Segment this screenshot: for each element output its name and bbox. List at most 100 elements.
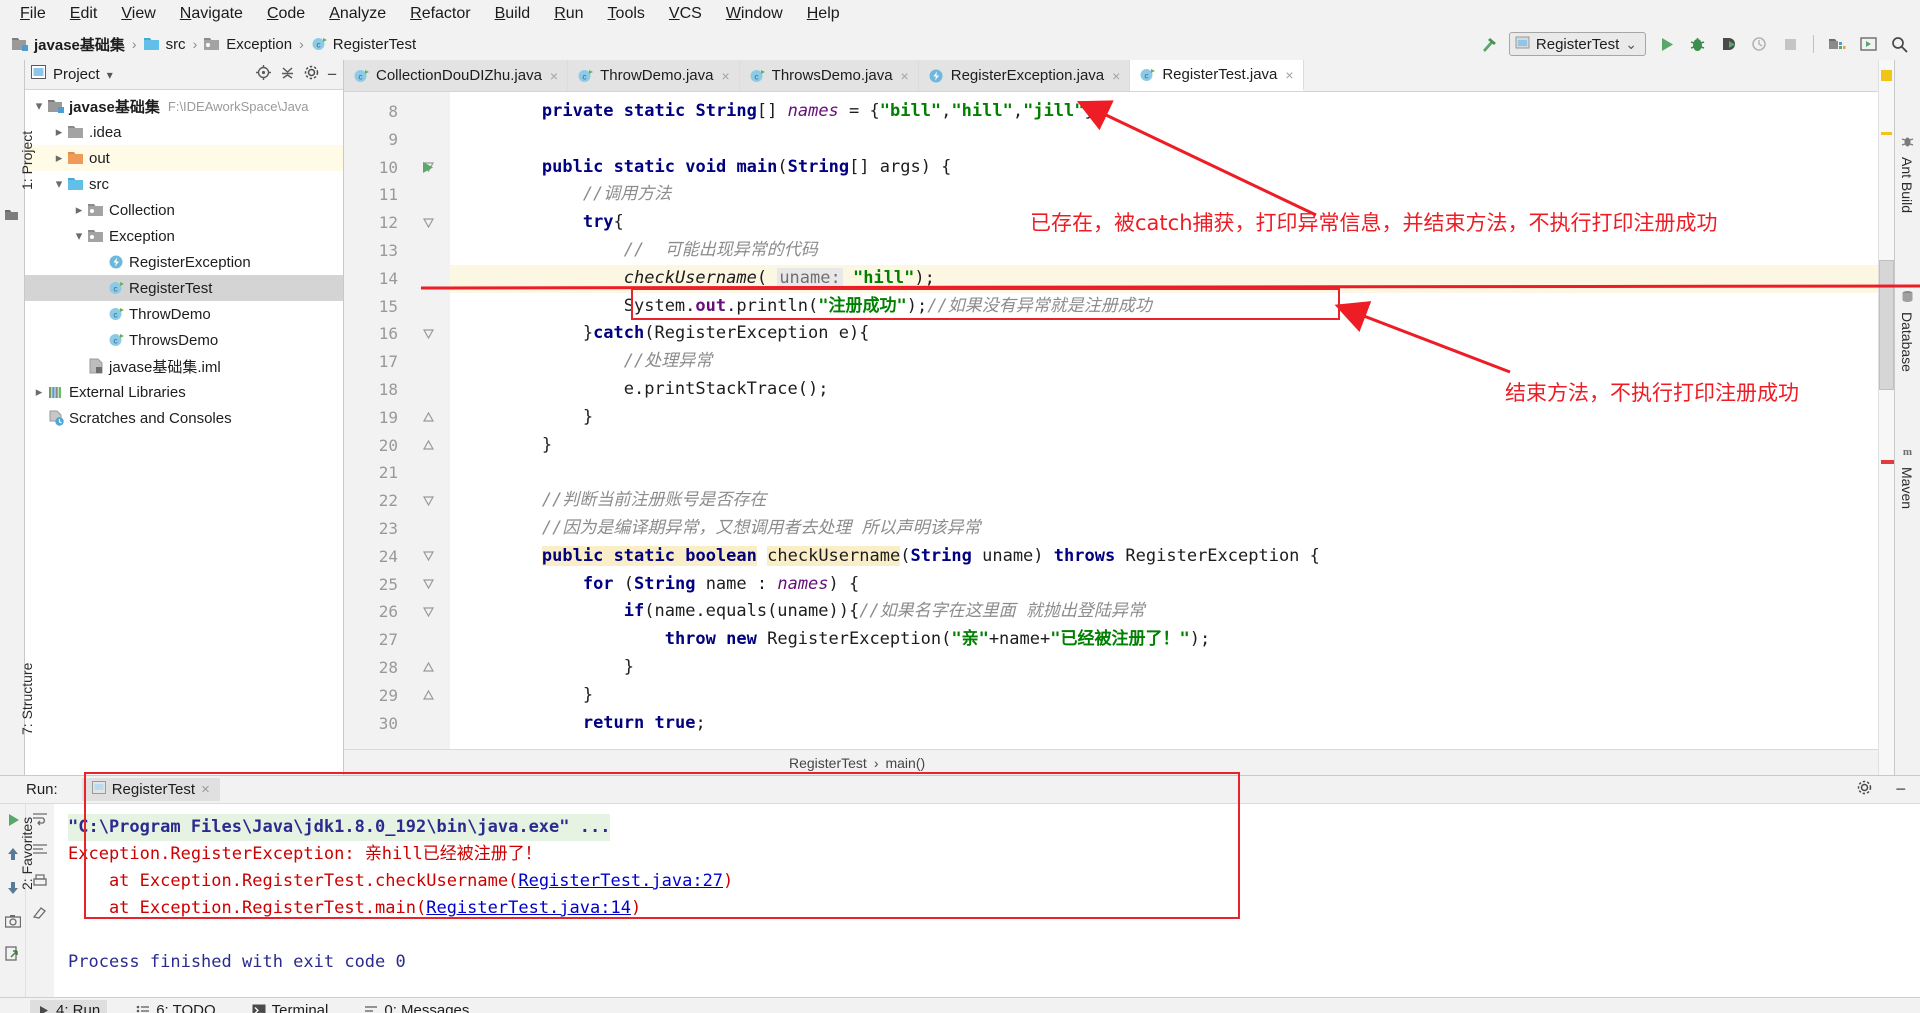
close-icon[interactable]: × [901,68,909,84]
close-icon[interactable]: × [1285,67,1293,83]
sidebar-item-database[interactable]: Database [1899,312,1915,372]
fold-marker[interactable] [406,487,450,515]
tree-node-External Libraries[interactable]: ▸ External Libraries [25,379,343,405]
editor-marker-bar[interactable] [1878,60,1894,775]
search-everywhere-icon[interactable] [1888,33,1910,55]
tool-window-button-terminal[interactable]: Terminal [245,1000,336,1013]
tree-node-ThrowDemo[interactable]: c ThrowDemo [25,301,343,327]
tool-window-button-run[interactable]: 4: Run [30,1000,108,1013]
menu-item-build[interactable]: Build [483,2,543,26]
code-text[interactable]: private static String[] names = {"bill",… [450,92,1878,749]
menu-item-window[interactable]: Window [714,2,795,26]
run-tab[interactable]: RegisterTest × [81,778,220,801]
menu-item-refactor[interactable]: Refactor [398,2,482,26]
close-icon[interactable]: × [721,68,729,84]
chevron-down-icon[interactable]: ▾ [51,176,67,192]
run-configuration-selector[interactable]: RegisterTest ⌄ [1508,32,1646,56]
code-line[interactable]: //处理异常 [450,348,1878,376]
fold-marker[interactable] [406,404,450,432]
code-line[interactable]: if(name.equals(uname)){//如果名字在这里面 就抛出登陆异… [450,598,1878,626]
code-line[interactable]: }catch(RegisterException e){ [450,320,1878,348]
clear-all-icon[interactable] [32,905,48,924]
sidebar-item-project[interactable]: 1: Project [19,131,35,190]
code-line[interactable] [450,126,1878,154]
console-output[interactable]: "C:\Program Files\Java\jdk1.8.0_192\bin\… [54,804,1920,997]
code-line[interactable]: public static void main(String[] args) { [450,154,1878,182]
run-gutter-icon[interactable] [414,154,440,182]
fold-marker[interactable] [406,320,450,348]
console-line[interactable]: at Exception.RegisterTest.main(RegisterT… [68,895,1920,922]
menu-item-navigate[interactable]: Navigate [168,2,255,26]
menu-item-tools[interactable]: Tools [596,2,657,26]
editor-tab-RegisterTest[interactable]: c RegisterTest.java × [1130,60,1304,91]
sidebar-item-ant-build[interactable]: Ant Build [1899,157,1915,213]
project-tree[interactable]: ▾ javase基础集 F:\IDEAworkSpace\Java ▸ .idea ▸ ou… [25,90,343,775]
chevron-down-icon[interactable]: ▾ [31,98,47,114]
chevron-down-icon[interactable]: ▾ [71,228,87,244]
code-line[interactable]: private static String[] names = {"bill",… [450,98,1878,126]
code-line[interactable]: throw new RegisterException("亲"+name+"已经… [450,626,1878,654]
code-line[interactable]: // 可能出现异常的代码 [450,237,1878,265]
tool-window-button-todo[interactable]: 6: TODO [129,1000,222,1013]
editor-breadcrumb-item[interactable]: RegisterTest [789,755,867,771]
code-line[interactable]: return true; [450,710,1878,738]
editor-tab-CollectionDouDIZhu[interactable]: c CollectionDouDIZhu.java × [344,60,569,91]
breadcrumb-item-RegisterTest[interactable]: c RegisterTest [307,34,420,55]
collapse-all-icon[interactable] [279,64,296,86]
gear-icon[interactable] [303,64,320,86]
code-line[interactable]: } [450,432,1878,460]
code-line[interactable]: System.out.println("注册成功");//如果没有异常就是注册成… [450,293,1878,321]
code-line[interactable]: for (String name : names) { [450,571,1878,599]
fold-marker[interactable] [406,209,450,237]
fold-marker[interactable] [406,543,450,571]
tree-node-Collection[interactable]: ▸ Collection [25,197,343,223]
fold-marker[interactable] [406,682,450,710]
tree-node-.idea[interactable]: ▸ .idea [25,119,343,145]
breadcrumb-item-src[interactable]: src [140,34,190,55]
run-icon[interactable] [1655,33,1677,55]
up-stack-icon[interactable] [6,846,20,867]
console-line[interactable]: at Exception.RegisterTest.checkUsername(… [68,868,1920,895]
close-icon[interactable]: × [550,68,558,84]
code-line[interactable]: //因为是编译期异常，又想调用者去处理 所以声明该异常 [450,515,1878,543]
camera-icon[interactable] [4,914,21,933]
code-line[interactable]: } [450,654,1878,682]
code-line[interactable]: e.printStackTrace(); [450,376,1878,404]
chevron-down-icon[interactable]: ▾ [107,68,113,82]
menu-item-code[interactable]: Code [255,2,317,26]
fold-marker[interactable] [406,432,450,460]
tree-node-javase基础集.iml[interactable]: javase基础集.iml [25,353,343,379]
stack-frame-link[interactable]: RegisterTest.java:14 [426,898,631,918]
sidebar-item-favorites[interactable]: 2: Favorites [19,817,35,890]
stack-frame-link[interactable]: RegisterTest.java:27 [518,871,723,891]
fold-marker[interactable] [406,571,450,599]
editor-tab-ThrowDemo[interactable]: c ThrowDemo.java × [568,60,740,91]
fold-marker[interactable] [406,654,450,682]
tree-node-RegisterException[interactable]: RegisterException [25,249,343,275]
close-icon[interactable]: × [1112,68,1120,84]
menu-item-vcs[interactable]: VCS [657,2,714,26]
export-icon[interactable] [4,946,21,966]
breadcrumb-item-Exception[interactable]: Exception [200,34,296,55]
breadcrumb-item-javase基础集[interactable]: javase基础集 [8,32,129,57]
code-line[interactable] [450,459,1878,487]
editor-tab-RegisterException[interactable]: RegisterException.java × [918,60,1131,91]
tree-node-Scratches and Consoles[interactable]: Scratches and Consoles [25,405,343,431]
editor-breadcrumb-item[interactable]: main() [885,755,925,771]
update-app-icon[interactable] [1857,33,1879,55]
minimize-icon[interactable]: − [1895,780,1920,798]
tree-node-RegisterTest[interactable]: c RegisterTest [25,275,343,301]
run-with-coverage-icon[interactable] [1717,33,1739,55]
gear-icon[interactable] [1856,779,1885,801]
sidebar-item-structure[interactable]: 7: Structure [19,663,35,735]
project-structure-icon[interactable] [1826,33,1848,55]
sidebar-item-maven[interactable]: Maven [1899,467,1915,509]
code-line[interactable]: checkUsername( uname: "hill"); [450,264,1878,293]
console-line[interactable]: Exception.RegisterException: 亲hill已经被注册了… [68,841,1920,868]
chevron-right-icon[interactable]: ▸ [51,150,67,166]
editor-scrollbar-thumb[interactable] [1879,260,1894,390]
chevron-down-icon[interactable]: ⌄ [1625,36,1637,53]
fold-marker[interactable] [406,598,450,626]
down-stack-icon[interactable] [6,880,20,901]
chevron-right-icon[interactable]: ▸ [71,202,87,218]
